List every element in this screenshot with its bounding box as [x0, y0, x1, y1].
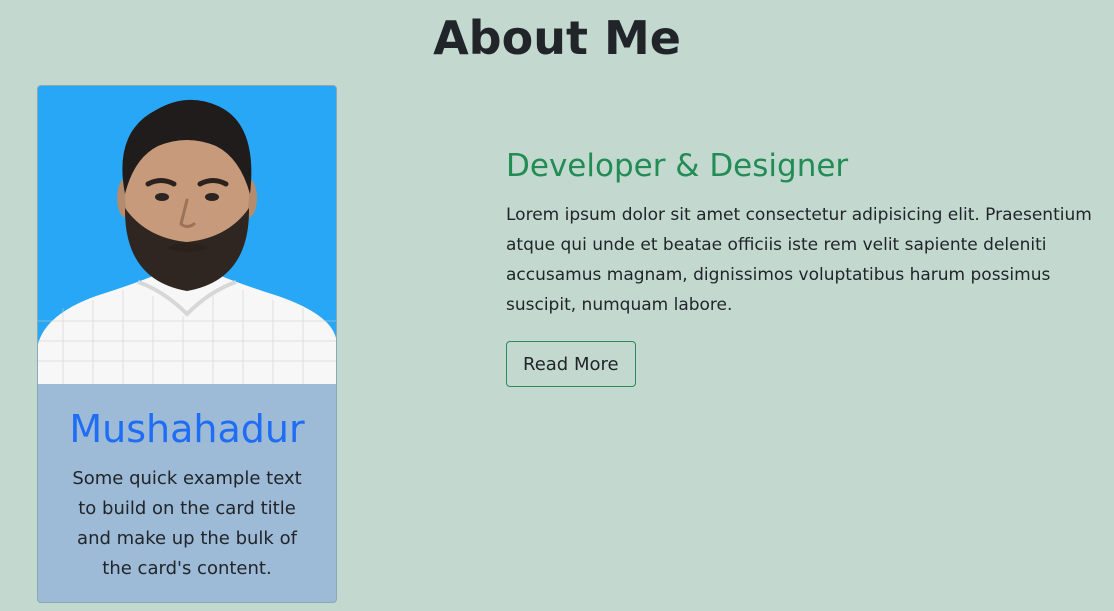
- profile-card: Mushahadur Some quick example text to bu…: [37, 85, 337, 603]
- profile-photo: [38, 86, 336, 384]
- page-title: About Me: [433, 11, 681, 65]
- card-text: Some quick example text to build on the …: [72, 468, 302, 579]
- card-body: Mushahadur Some quick example text to bu…: [38, 384, 336, 584]
- about-subtitle: Developer & Designer: [506, 148, 849, 184]
- read-more-button[interactable]: Read More: [506, 341, 636, 387]
- about-paragraph: Lorem ipsum dolor sit amet consectetur a…: [506, 205, 1092, 315]
- card-title: Mushahadur: [69, 407, 305, 451]
- about-content: Developer & Designer Lorem ipsum dolor s…: [506, 144, 1114, 387]
